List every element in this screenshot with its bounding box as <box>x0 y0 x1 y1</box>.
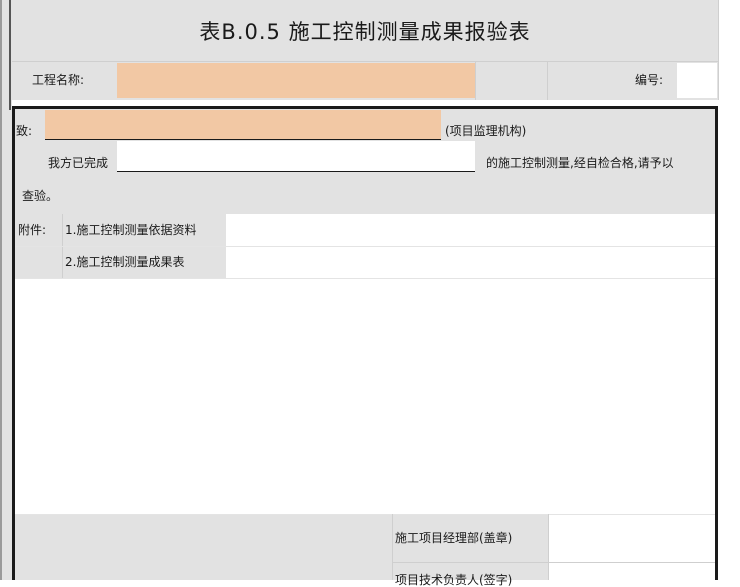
to-label: 致: <box>16 124 33 138</box>
signature-area <box>15 514 548 580</box>
body-blank-area <box>15 278 226 514</box>
project-row-divider-2 <box>547 62 548 100</box>
attachment-row-line-1 <box>15 246 715 247</box>
right-gridline <box>718 0 719 100</box>
sign-person-label: 项目技术负责人(签字) <box>395 573 513 587</box>
to-underline <box>45 139 441 140</box>
project-name-field[interactable] <box>117 63 475 98</box>
signature-row-line <box>392 562 715 563</box>
form-title: 表B.0.5 施工控制测量成果报验表 <box>199 20 531 44</box>
attachment-item-1: 1.施工控制测量依据资料 <box>65 223 197 237</box>
body-right-border <box>715 106 718 580</box>
attachment-row-line-2 <box>15 278 715 279</box>
attachments-content-area <box>226 214 715 514</box>
completed-prefix: 我方已完成 <box>48 156 109 170</box>
inspect-text: 查验。 <box>22 189 59 203</box>
signature-blank-cells <box>548 514 715 580</box>
signature-divider-2 <box>548 514 549 580</box>
number-label: 编号: <box>635 73 664 87</box>
signature-top-line <box>15 514 715 515</box>
sheet-left-edge <box>0 0 2 580</box>
to-field[interactable] <box>45 110 441 140</box>
sheet-top-left-bar <box>9 0 11 110</box>
project-name-label: 工程名称: <box>32 73 85 87</box>
inspect-row <box>15 181 715 214</box>
number-field[interactable] <box>677 63 717 98</box>
sheet-right-margin <box>718 0 740 580</box>
attachment-item-2: 2.施工控制测量成果表 <box>65 255 185 269</box>
to-suffix: (项目监理机构) <box>445 124 527 138</box>
completed-suffix: 的施工控制测量,经自检合格,请予以 <box>486 156 674 170</box>
project-row-divider-1 <box>475 62 476 100</box>
completed-field[interactable] <box>117 141 475 172</box>
completed-underline <box>117 171 475 172</box>
sign-dept-label: 施工项目经理部(盖章) <box>395 531 513 545</box>
signature-divider-1 <box>392 514 393 580</box>
attachments-label: 附件: <box>18 223 47 237</box>
